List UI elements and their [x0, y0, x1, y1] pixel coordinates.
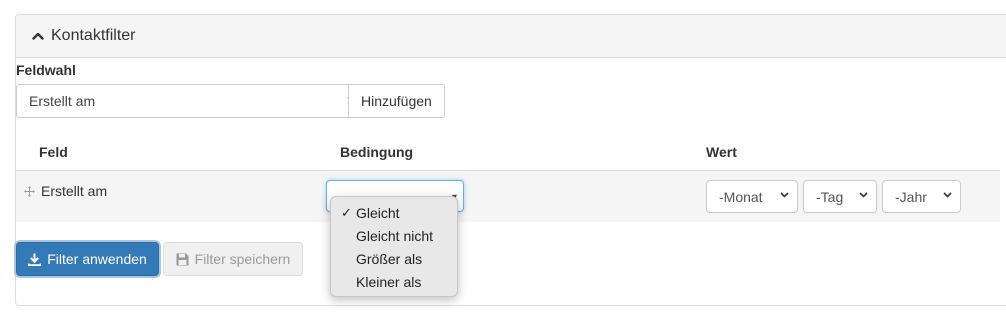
check-icon: ✓	[341, 205, 352, 220]
panel-title: Kontaktfilter	[51, 27, 136, 44]
month-select[interactable]: -Monat	[706, 180, 798, 213]
move-icon[interactable]	[24, 185, 35, 197]
apply-filter-label: Filter anwenden	[47, 251, 147, 267]
condition-option-label: Gleicht	[356, 204, 400, 221]
condition-option-equals[interactable]: ✓ Gleicht	[331, 201, 457, 224]
row-field-cell: Erstellt am	[24, 183, 107, 199]
condition-option-not-equals[interactable]: Gleicht nicht	[331, 224, 457, 247]
floppy-disk-icon	[176, 253, 189, 265]
column-header-wert: Wert	[706, 144, 737, 160]
apply-filter-button[interactable]: Filter anwenden	[16, 242, 159, 276]
year-select-value: -Jahr	[895, 188, 927, 205]
save-filter-label: Filter speichern	[194, 251, 291, 267]
chevron-down-icon	[780, 192, 789, 198]
download-icon	[28, 253, 42, 266]
condition-option-label: Größer als	[356, 250, 423, 267]
condition-dropdown-menu: ✓ Gleicht Gleicht nicht Größer als Klein…	[330, 196, 458, 297]
day-select-value: -Tag	[816, 188, 844, 205]
chevron-down-icon	[859, 192, 868, 198]
condition-option-greater-than[interactable]: Größer als	[331, 247, 457, 270]
chevron-up-icon[interactable]	[32, 30, 44, 42]
year-select[interactable]: -Jahr	[882, 180, 961, 213]
condition-option-label: Gleicht nicht	[356, 227, 434, 244]
save-filter-button[interactable]: Filter speichern	[163, 242, 303, 276]
row-field-name: Erstellt am	[41, 183, 108, 199]
field-select-value: Erstellt am	[29, 93, 96, 109]
month-select-value: -Monat	[719, 188, 763, 205]
add-field-button[interactable]: Hinzufügen	[348, 84, 445, 118]
chevron-down-icon	[943, 192, 952, 198]
field-select[interactable]: Erstellt am	[16, 84, 364, 118]
column-header-feld: Feld	[39, 144, 68, 160]
table-row: Erstellt am ▾ -Monat -Tag -Jahr	[16, 170, 1000, 222]
column-header-bedingung: Bedingung	[340, 144, 414, 160]
day-select[interactable]: -Tag	[803, 180, 877, 213]
condition-option-label: Kleiner als	[356, 273, 422, 290]
panel-heading[interactable]: Kontaktfilter	[16, 15, 1006, 58]
field-selection-label: Feldwahl	[16, 62, 76, 78]
condition-option-less-than[interactable]: Kleiner als	[331, 270, 457, 293]
